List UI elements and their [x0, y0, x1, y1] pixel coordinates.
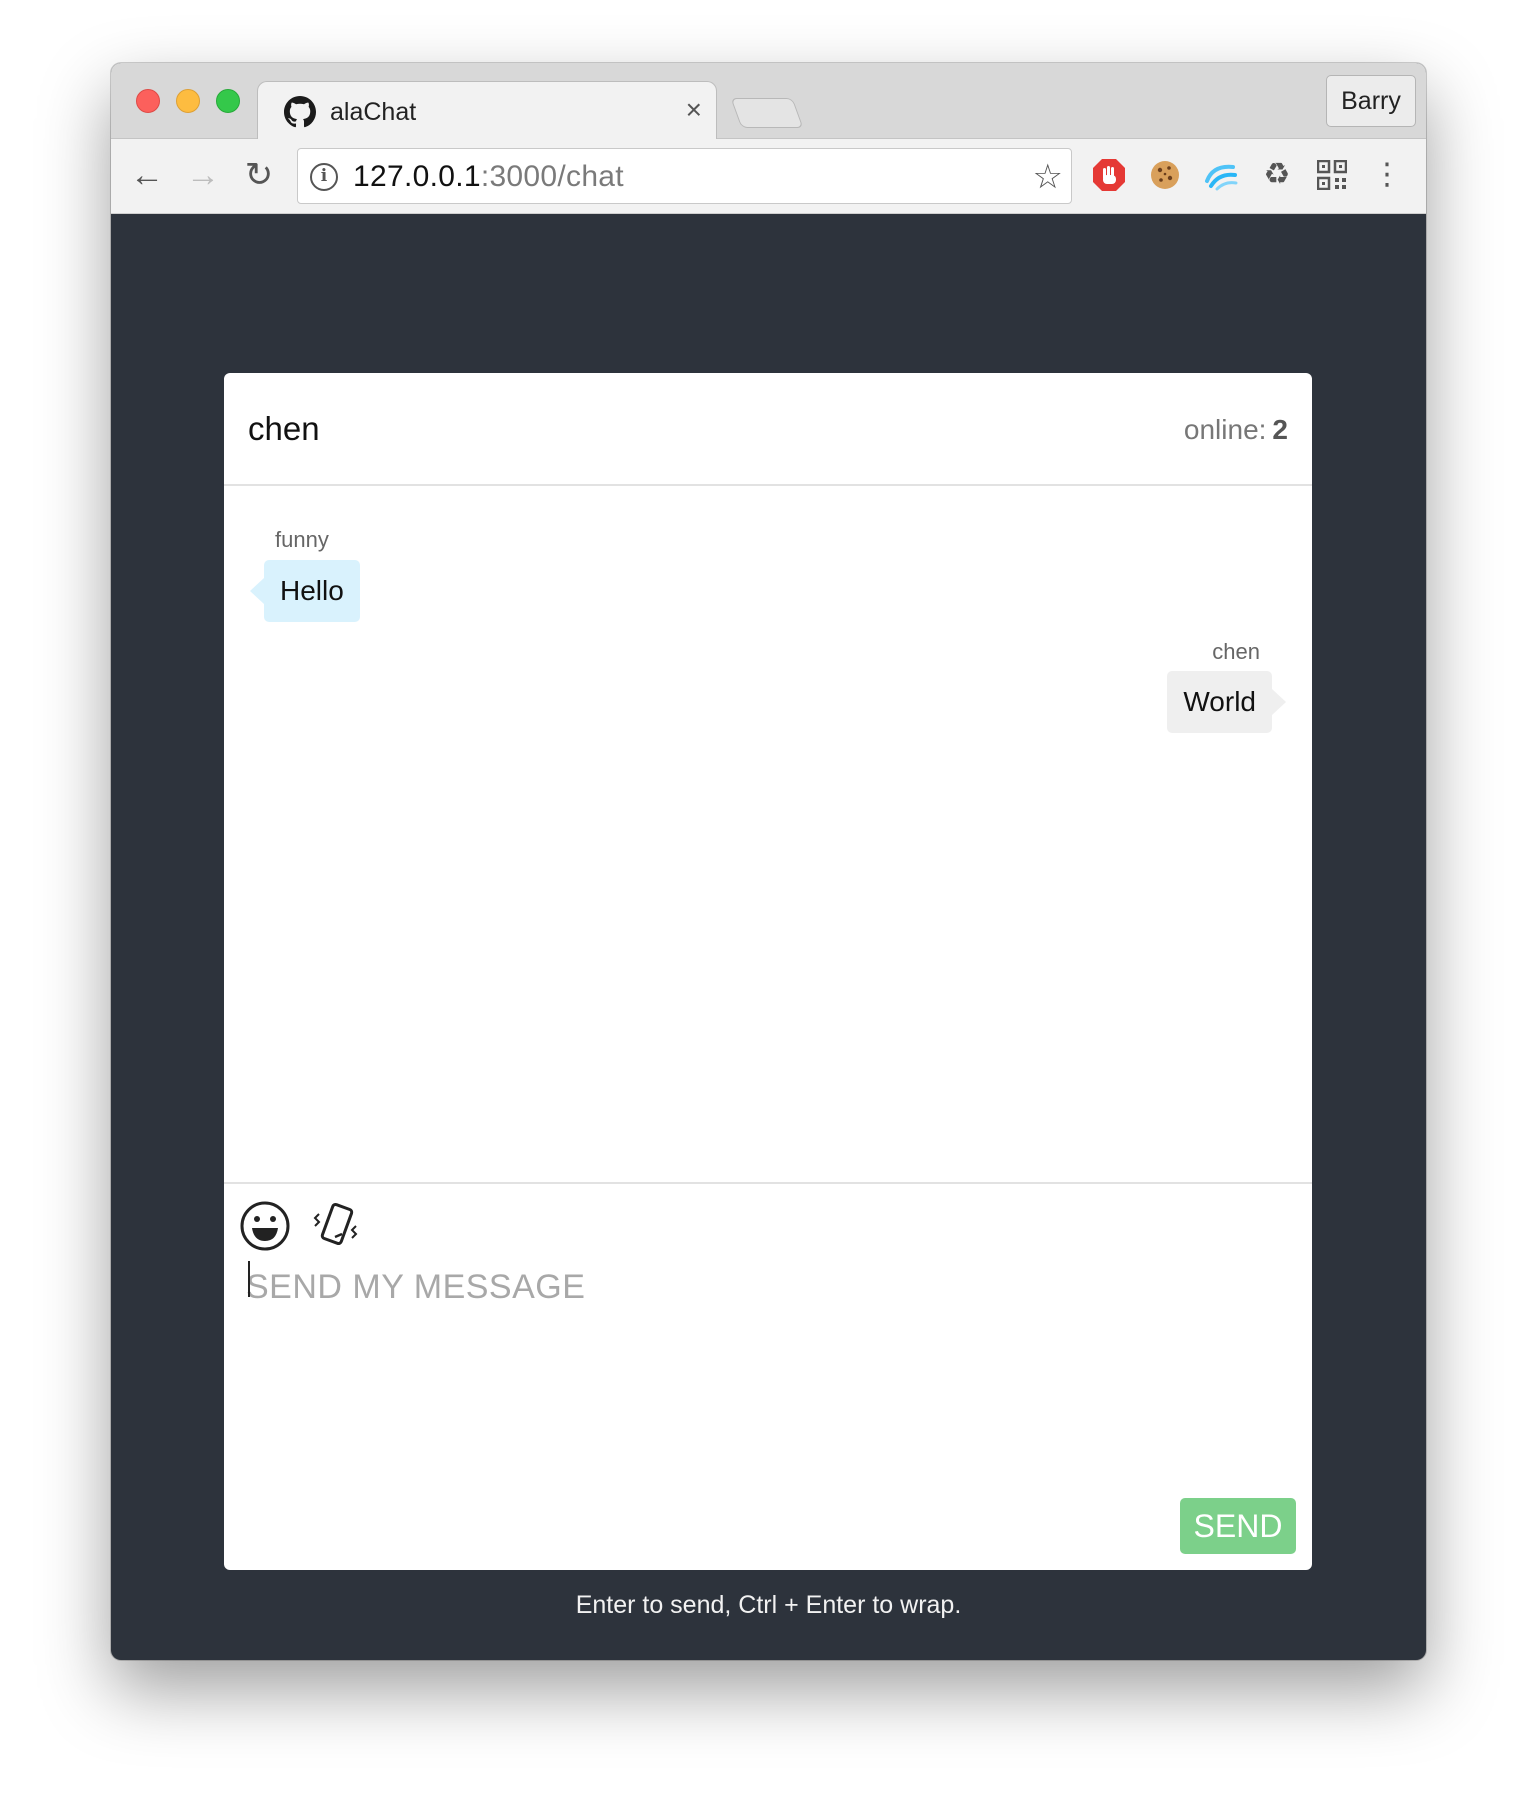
bookmark-star-icon[interactable]: ☆ — [1033, 157, 1063, 197]
recycle-icon[interactable]: ♻ — [1257, 155, 1297, 195]
github-icon — [284, 96, 316, 128]
info-icon[interactable]: i — [310, 163, 338, 191]
back-arrow-icon[interactable]: ← — [127, 155, 167, 195]
emoji-icon[interactable] — [239, 1200, 291, 1252]
send-button[interactable]: SEND — [1180, 1498, 1296, 1554]
chat-panel: chen online: 2 funny Hello chen World SE… — [224, 373, 1312, 1570]
online-count: 2 — [1272, 414, 1288, 445]
chat-header: chen online: 2 — [224, 373, 1312, 486]
reload-icon[interactable]: ↻ — [239, 155, 279, 195]
message-input[interactable] — [246, 1268, 1286, 1408]
message-bubble-outgoing: World — [1167, 671, 1286, 733]
message-list[interactable]: funny Hello chen World — [224, 486, 1312, 1182]
message-composer: SEND — [224, 1182, 1312, 1570]
qr-code-icon[interactable] — [1312, 155, 1352, 195]
online-label: online: — [1183, 414, 1267, 445]
more-menu-icon[interactable]: ⋮ — [1367, 155, 1407, 195]
online-status: online: 2 — [1184, 413, 1288, 447]
text-caret — [248, 1261, 250, 1297]
close-window-button[interactable] — [136, 89, 160, 113]
minimize-window-button[interactable] — [176, 89, 200, 113]
message-author: chen — [1212, 639, 1260, 664]
message-author: funny — [275, 527, 329, 552]
browser-toolbar: ← → ↻ i 127.0.0.1:3000/chat ☆ ♻ ⋮ — [111, 139, 1426, 214]
shake-icon[interactable] — [310, 1200, 362, 1252]
address-bar[interactable]: i 127.0.0.1:3000/chat ☆ — [297, 148, 1072, 204]
profile-button[interactable]: Barry — [1326, 75, 1416, 127]
url-text[interactable]: 127.0.0.1:3000/chat — [353, 160, 624, 194]
message-bubble-incoming: Hello — [250, 560, 360, 622]
room-name: chen — [248, 410, 320, 447]
adblock-icon[interactable] — [1089, 155, 1129, 195]
url-path: :3000/chat — [480, 160, 624, 193]
tab-title: alaChat — [330, 98, 417, 126]
title-bar: alaChat × Barry — [111, 63, 1426, 140]
browser-window: alaChat × Barry ← → ↻ i 127.0.0.1:3000/c… — [111, 63, 1426, 1660]
waves-icon[interactable] — [1201, 155, 1241, 195]
tab-alachat[interactable]: alaChat × — [257, 81, 717, 140]
new-tab-button[interactable] — [730, 98, 804, 128]
url-host: 127.0.0.1 — [353, 160, 481, 193]
forward-arrow-icon[interactable]: → — [183, 155, 223, 195]
maximize-window-button[interactable] — [216, 89, 240, 113]
keyboard-hint: Enter to send, Ctrl + Enter to wrap. — [575, 1591, 962, 1619]
tab-close-icon[interactable]: × — [686, 94, 702, 126]
cookie-icon[interactable] — [1145, 155, 1185, 195]
